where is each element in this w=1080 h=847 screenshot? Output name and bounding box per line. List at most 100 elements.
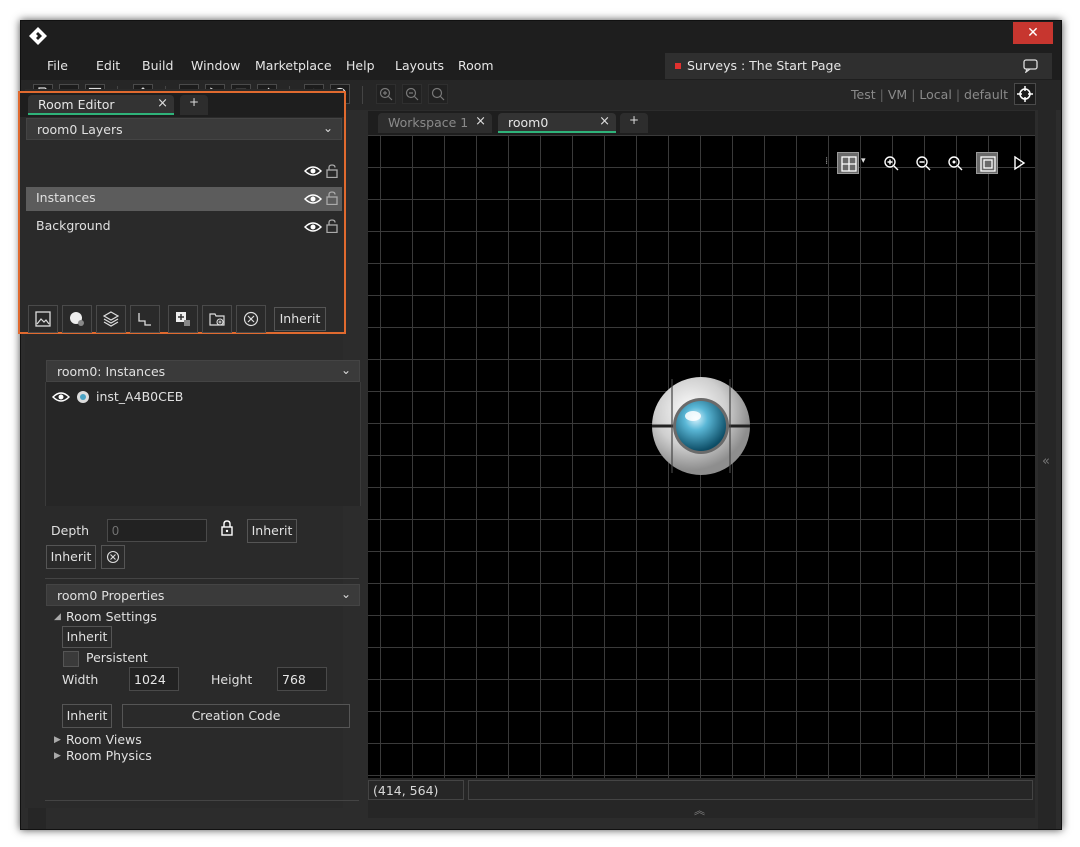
menu-edit[interactable]: Edit [96,58,120,73]
zoom-out-button[interactable] [402,84,422,104]
depth-input[interactable] [107,519,207,542]
play-room-button[interactable] [1008,152,1030,174]
bottom-dock-toggle[interactable]: ︽ [368,802,1035,818]
add-instance-layer-button[interactable] [62,305,92,333]
tab-label: Room Editor [38,97,115,112]
width-value: 1024 [134,672,166,687]
lock-icon[interactable] [221,520,233,536]
properties-header[interactable]: room0 Properties ⌄ [46,584,360,606]
right-dock-toggle[interactable]: « [1038,110,1056,829]
zoom-out-button[interactable] [912,152,934,174]
grid-icon [841,156,857,172]
close-icon[interactable]: × [599,114,610,129]
tiles-icon [103,311,119,327]
properties-inherit-button[interactable]: Inherit [62,704,112,728]
plus-icon: + [188,95,200,109]
creation-code-button[interactable]: Creation Code [122,704,350,728]
tab-room0[interactable]: room0 × [498,113,616,133]
panel-divider [45,800,359,801]
add-tab-button[interactable]: + [180,95,208,115]
inherit-button[interactable]: Inherit [274,307,326,331]
target-default[interactable]: default [964,87,1008,102]
menu-help[interactable]: Help [346,58,375,73]
delete-layer-button[interactable] [236,305,266,333]
add-asset-layer-button[interactable] [168,305,198,333]
height-input[interactable]: 768 [277,667,327,691]
grid-toggle-button[interactable] [837,152,859,174]
room-settings-label[interactable]: Room Settings [66,609,157,624]
lock-icon[interactable] [326,164,338,178]
drag-handle-icon[interactable]: ⁞ [825,156,828,167]
room-views-label[interactable]: Room Views [66,732,142,747]
list-item[interactable]: inst_A4B0CEB [52,388,352,406]
target-button[interactable] [1014,83,1036,105]
instance-name: inst_A4B0CEB [96,389,184,404]
eye-icon[interactable] [304,221,322,233]
app-logo-icon [29,27,47,45]
lock-icon[interactable] [326,219,338,233]
target-divider: | [955,87,961,102]
zoom-in-button[interactable] [376,84,396,104]
eye-icon[interactable] [52,391,70,403]
instances-inherit-button[interactable]: Inherit [46,545,96,569]
fit-view-button[interactable] [976,152,998,174]
menu-room[interactable]: Room [458,58,494,73]
close-icon[interactable]: × [157,96,168,111]
persistent-checkbox[interactable] [63,651,79,667]
layer-row-background[interactable]: Background [26,215,342,239]
add-path-layer-button[interactable] [130,305,160,333]
menu-build[interactable]: Build [142,58,173,73]
close-button[interactable]: ✕ [1013,22,1053,44]
eye-icon[interactable] [304,165,322,177]
menu-marketplace[interactable]: Marketplace [255,58,332,73]
zoom-in-button[interactable] [880,152,902,174]
layer-label: Background [36,218,111,233]
menu-file[interactable]: File [47,58,68,73]
tab-room-editor[interactable]: Room Editor × [28,95,174,115]
clear-inherit-button[interactable] [101,545,125,569]
target-local[interactable]: Local [919,87,951,102]
chevron-up-icon: ︽ [694,804,705,817]
properties-header-label: room0 Properties [57,588,165,603]
layer-row-instances[interactable]: Instances [26,187,342,211]
collapsed-triangle-icon[interactable]: ▶ [54,751,61,761]
expanded-triangle-icon[interactable]: ◢ [54,612,61,622]
target-test[interactable]: Test [851,87,876,102]
zoom-reset-button[interactable] [428,84,448,104]
chevron-down-icon[interactable]: ▾ [861,156,866,166]
chevron-down-icon: ⌄ [322,121,333,135]
width-input[interactable]: 1024 [129,667,179,691]
collapsed-triangle-icon[interactable]: ▶ [54,735,61,745]
run-icon [1014,155,1026,171]
lock-icon[interactable] [326,191,338,205]
folder-add-icon [209,313,225,326]
menu-window[interactable]: Window [191,58,240,73]
room-physics-label[interactable]: Room Physics [66,748,152,763]
layers-header-label: room0 Layers [37,122,123,137]
add-tile-layer-button[interactable] [96,305,126,333]
persistent-label: Persistent [86,650,148,665]
target-selector[interactable]: Test | VM | Local | default [851,87,1008,102]
add-folder-button[interactable] [202,305,232,333]
chat-icon[interactable] [1023,58,1038,73]
add-background-layer-button[interactable] [28,305,58,333]
zoom-reset-button[interactable] [944,152,966,174]
close-icon[interactable]: × [475,114,486,129]
depth-label: Depth [51,523,90,538]
survey-link[interactable]: Surveys : The Start Page [665,53,1052,79]
settings-inherit-button[interactable]: Inherit [62,626,112,648]
survey-text: Surveys : The Start Page [687,58,842,73]
layer-label: Instances [36,190,96,205]
eye-icon[interactable] [304,193,322,205]
width-label: Width [62,672,99,687]
layers-header[interactable]: room0 Layers ⌄ [26,118,342,140]
target-vm[interactable]: VM [888,87,907,102]
instance-sprite[interactable] [650,375,752,477]
zoom-reset-icon [948,156,963,171]
room-canvas[interactable] [368,135,1035,778]
tab-workspace-1[interactable]: Workspace 1 × [378,113,492,133]
instances-header[interactable]: room0: Instances ⌄ [46,360,360,382]
add-workspace-tab-button[interactable]: + [620,113,648,133]
menu-layouts[interactable]: Layouts [395,58,444,73]
depth-inherit-button[interactable]: Inherit [247,519,297,543]
